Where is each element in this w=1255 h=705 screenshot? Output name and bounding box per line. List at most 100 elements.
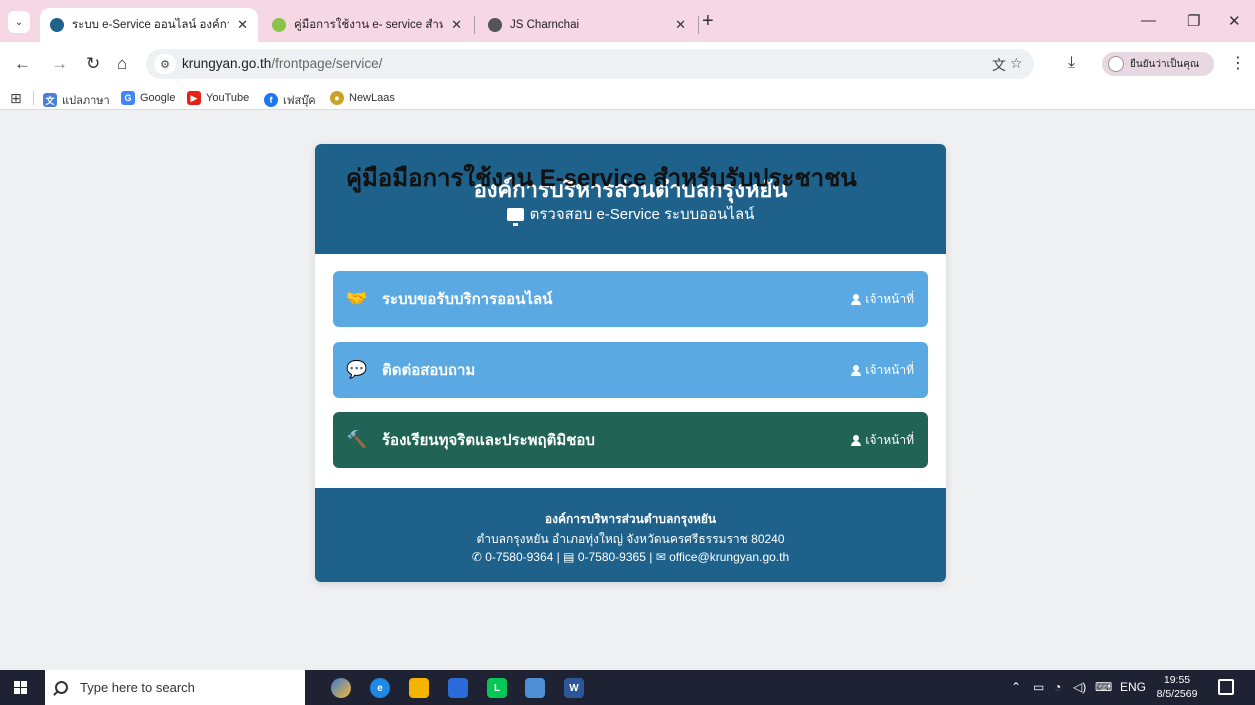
footer-fax: 0-7580-9365 bbox=[577, 550, 646, 564]
service-complaint[interactable]: 🔨 ร้องเรียนทุจริตและประพฤติมิชอบ เจ้าหน้… bbox=[333, 412, 928, 468]
card-footer: องค์การบริหารส่วนตำบลกรุงหยัน ตำบลกรุงหย… bbox=[315, 488, 946, 582]
tab-label: ระบบ e-Service ออนไลน์ องค์การบริ bbox=[72, 19, 229, 31]
envelope-icon: ✉ bbox=[655, 550, 666, 564]
tab-eservice[interactable]: ระบบ e-Service ออนไลน์ องค์การบริ ✕ bbox=[40, 8, 258, 42]
bookmark-label: เฟสบุ๊ค bbox=[283, 95, 316, 107]
tab-js-charnchai[interactable]: JS Charnchai ✕ bbox=[478, 8, 696, 42]
profile-button[interactable]: ยืนยันว่าเป็นคุณ bbox=[1102, 52, 1214, 76]
address-bar[interactable]: ⚙ krungyan.go.th/frontpage/service/ 文 ☆ bbox=[146, 49, 1034, 79]
fax-icon: ▤ bbox=[563, 550, 575, 564]
bookmark-facebook[interactable]: f เฟสบุ๊ค bbox=[264, 91, 316, 109]
file-explorer-icon[interactable] bbox=[409, 678, 429, 698]
home-icon[interactable]: ⌂ bbox=[117, 54, 127, 74]
forward-arrow-icon[interactable]: → bbox=[51, 54, 68, 74]
desktop-icon bbox=[506, 207, 524, 226]
bookmark-divider bbox=[33, 91, 34, 105]
menu-kebab-icon[interactable]: ⋮ bbox=[1230, 53, 1246, 73]
bookmark-label: YouTube bbox=[206, 92, 250, 104]
taskbar-search[interactable]: Type here to search bbox=[45, 670, 305, 705]
gavel-icon: 🔨 bbox=[346, 430, 368, 449]
service-online-request[interactable]: 🤝 ระบบขอรับบริการออนไลน์ เจ้าหน้าที่ bbox=[333, 271, 928, 327]
close-window-button[interactable]: ✕ bbox=[1228, 12, 1241, 30]
staff-label: เจ้าหน้าที่ bbox=[865, 291, 914, 306]
bookmark-newlaas[interactable]: ● NewLaas bbox=[330, 91, 395, 105]
tab-manual[interactable]: คู่มือการใช้งาน e- service สำหรับประ ✕ bbox=[262, 8, 472, 42]
tray-chevron-icon[interactable]: ⌃ bbox=[1011, 680, 1021, 694]
staff-link[interactable]: เจ้าหน้าที่ bbox=[851, 361, 914, 380]
service-contact[interactable]: 💬 ติดต่อสอบถาม เจ้าหน้าที่ bbox=[333, 342, 928, 398]
new-tab-button[interactable]: + bbox=[702, 11, 714, 31]
site-info-icon[interactable]: ⚙ bbox=[154, 54, 176, 74]
avatar bbox=[1108, 56, 1124, 72]
url-host: krungyan.go.th bbox=[182, 56, 272, 71]
bookmark-google[interactable]: G Google bbox=[121, 91, 175, 105]
apps-grid-icon[interactable]: ⊞ bbox=[10, 90, 22, 107]
footer-contacts: ✆ 0-7580-9364 | ▤ 0-7580-9365 | ✉ office… bbox=[315, 550, 946, 564]
user-group-icon bbox=[851, 294, 862, 305]
reload-icon[interactable]: ↻ bbox=[86, 54, 100, 74]
app-icon[interactable] bbox=[525, 678, 545, 698]
url-path: /frontpage/service/ bbox=[271, 56, 383, 71]
user-group-icon bbox=[851, 365, 862, 376]
line-app-icon[interactable]: L bbox=[487, 678, 507, 698]
staff-link[interactable]: เจ้าหน้าที่ bbox=[851, 290, 914, 309]
staff-link[interactable]: เจ้าหน้าที่ bbox=[851, 431, 914, 450]
tray-meet-icon[interactable]: ▭ bbox=[1033, 680, 1044, 694]
globe-favicon-icon bbox=[488, 18, 502, 32]
restore-button[interactable]: ❐ bbox=[1187, 12, 1200, 30]
store-icon[interactable] bbox=[448, 678, 468, 698]
staff-label: เจ้าหน้าที่ bbox=[865, 362, 914, 377]
system-clock[interactable]: 19:55 8/5/2569 bbox=[1155, 673, 1199, 701]
minimize-button[interactable]: — bbox=[1141, 12, 1156, 29]
footer-address: ตำบลกรุงหยัน อำเภอทุ่งใหญ่ จังหวัดนครศรี… bbox=[476, 532, 785, 546]
footer-phone: 0-7580-9364 bbox=[485, 550, 554, 564]
bookmark-label: Google bbox=[140, 92, 176, 104]
tab-search-chevron-icon[interactable]: ⌄ bbox=[8, 11, 30, 33]
browser-toolbar: ← → ↻ ⌂ ⚙ krungyan.go.th/frontpage/servi… bbox=[0, 42, 1255, 86]
translate-page-icon[interactable]: 文 bbox=[992, 55, 1006, 75]
url-text[interactable]: krungyan.go.th/frontpage/service/ bbox=[182, 56, 382, 71]
translate-icon: 文 bbox=[43, 93, 57, 107]
clock-date: 8/5/2569 bbox=[1156, 688, 1198, 700]
overlay-manual-title: คู่มือมือการใช้งาน E-service สำหรับรับปร… bbox=[346, 165, 857, 192]
service-label: ระบบขอรับบริการออนไลน์ bbox=[382, 291, 553, 308]
profile-label: ยืนยันว่าเป็นคุณ bbox=[1130, 58, 1200, 70]
footer-email[interactable]: office@krungyan.go.th bbox=[669, 550, 789, 564]
tab-label: JS Charnchai bbox=[510, 19, 580, 31]
clock-time: 19:55 bbox=[1163, 674, 1191, 686]
handshake-icon: 🤝 bbox=[346, 289, 368, 308]
manual-favicon-icon bbox=[272, 18, 286, 32]
eservice-card: องค์การบริหารส่วนตำบลกรุงหยัน ตรวจสอบ e-… bbox=[315, 144, 946, 582]
language-indicator[interactable]: ENG bbox=[1120, 680, 1146, 694]
comments-icon: 💬 bbox=[346, 360, 368, 379]
back-arrow-icon[interactable]: ← bbox=[14, 54, 31, 74]
edge-browser-icon[interactable]: e bbox=[370, 678, 390, 698]
windows-start-icon[interactable] bbox=[14, 681, 27, 694]
footer-org-name: องค์การบริหารส่วนตำบลกรุงหยัน bbox=[544, 512, 717, 526]
separator: | bbox=[649, 550, 653, 564]
input-method-icon[interactable]: ⌨ bbox=[1095, 680, 1112, 694]
search-icon bbox=[55, 681, 68, 694]
browser-tab-strip: ⌄ ระบบ e-Service ออนไลน์ องค์การบริ ✕ คู… bbox=[0, 0, 1255, 42]
network-icon[interactable]: ◔ bbox=[1054, 680, 1061, 694]
bookmark-youtube[interactable]: ▶ YouTube bbox=[187, 91, 249, 105]
tab-close-icon[interactable]: ✕ bbox=[451, 17, 462, 33]
download-icon[interactable]: ⤓ bbox=[1068, 54, 1075, 72]
tab-label: คู่มือการใช้งาน e- service สำหรับประ bbox=[294, 19, 444, 31]
search-placeholder: Type here to search bbox=[80, 680, 195, 695]
bookmark-translate[interactable]: 文 แปลภาษา bbox=[43, 91, 110, 109]
volume-icon[interactable]: ◁) bbox=[1073, 680, 1086, 694]
subtitle-text: ตรวจสอบ e-Service ระบบออนไลน์ bbox=[529, 206, 755, 223]
service-label: ติดต่อสอบถาม bbox=[382, 362, 476, 379]
tab-divider bbox=[698, 16, 699, 34]
bookmark-star-icon[interactable]: ☆ bbox=[1010, 55, 1023, 72]
word-icon[interactable]: W bbox=[564, 678, 584, 698]
tab-close-icon[interactable]: ✕ bbox=[675, 17, 686, 33]
staff-label: เจ้าหน้าที่ bbox=[865, 432, 914, 447]
copilot-icon[interactable] bbox=[331, 678, 351, 698]
notification-icon[interactable] bbox=[1218, 679, 1234, 695]
eservice-favicon-icon bbox=[50, 18, 64, 32]
phone-icon: ✆ bbox=[471, 550, 482, 564]
bookmark-label: NewLaas bbox=[349, 92, 395, 104]
tab-close-icon[interactable]: ✕ bbox=[237, 17, 248, 33]
